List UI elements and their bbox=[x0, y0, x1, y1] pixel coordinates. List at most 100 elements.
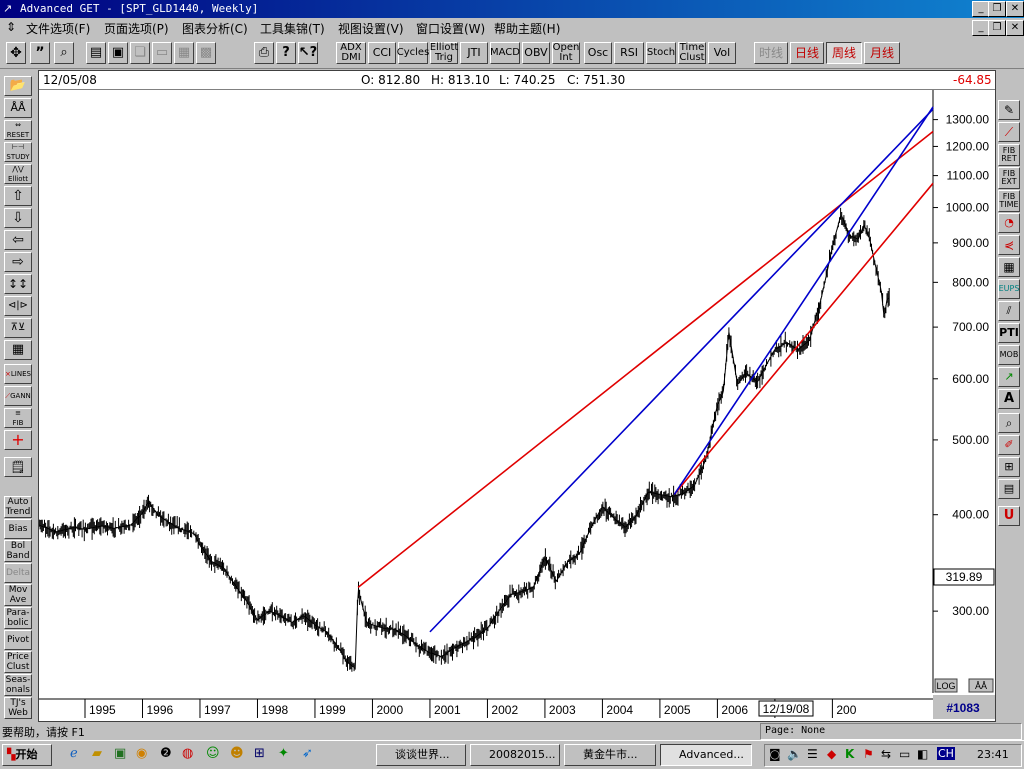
desktop-icon[interactable]: ▣ bbox=[114, 746, 126, 761]
study-cycles[interactable]: Cycles bbox=[397, 42, 429, 64]
pencil-icon[interactable]: ✎ bbox=[998, 100, 1020, 120]
task-button-2[interactable]: 20082015... bbox=[470, 744, 560, 766]
study-cci[interactable]: CCI bbox=[368, 42, 396, 64]
restore-button[interactable]: ❐ bbox=[988, 1, 1006, 17]
crosshair-icon[interactable]: + bbox=[4, 430, 32, 450]
period-weekly-button[interactable]: 周线 bbox=[826, 42, 862, 64]
task-button-3[interactable]: 黄金牛市... bbox=[564, 744, 656, 766]
tool-pivot[interactable]: Pivot bbox=[4, 630, 32, 650]
grid-toggle-icon[interactable]: ▦ bbox=[4, 340, 32, 360]
media-player-icon[interactable]: ◉ bbox=[136, 746, 147, 761]
period-hourly-button[interactable]: 时线 bbox=[754, 42, 788, 64]
study-vol[interactable]: Vol bbox=[708, 42, 736, 64]
tool-tjs-web[interactable]: TJ's Web bbox=[4, 697, 32, 719]
doc-restore-button[interactable]: ❐ bbox=[988, 20, 1006, 36]
tray-monitor-icon[interactable]: ▭ bbox=[899, 747, 910, 761]
scale-vertical-icon[interactable]: ↕↕ bbox=[4, 274, 32, 294]
trend-up-icon[interactable]: ↗ bbox=[998, 367, 1020, 387]
study-osc[interactable]: Osc bbox=[584, 42, 612, 64]
ime-indicator[interactable]: CH bbox=[937, 747, 955, 760]
page-icon[interactable]: ▤ bbox=[86, 42, 106, 64]
quote-icon[interactable]: ” bbox=[30, 42, 50, 64]
group-icon[interactable]: ÅÅ bbox=[4, 98, 32, 118]
arrow-left-icon[interactable]: ⇦ bbox=[4, 230, 32, 250]
arrow-right-icon[interactable]: ⇨ bbox=[4, 252, 32, 272]
menu-page[interactable]: 页面选项(P) bbox=[104, 20, 169, 37]
chat-icon[interactable]: ☻ bbox=[230, 746, 244, 761]
fan-icon[interactable]: ⋞ bbox=[998, 235, 1020, 255]
notes-icon[interactable]: ▤ bbox=[998, 479, 1020, 499]
mob-button[interactable]: MOB bbox=[998, 345, 1020, 365]
tray-antivirus-icon[interactable]: ◆ bbox=[827, 747, 836, 761]
text-tool-button[interactable]: A bbox=[998, 389, 1020, 409]
fib-arc-icon[interactable]: ◔ bbox=[998, 213, 1020, 233]
eraser-icon[interactable]: ✐ bbox=[998, 435, 1020, 455]
help-icon[interactable]: ? bbox=[276, 42, 296, 64]
fib-time-button[interactable]: FIB TIME bbox=[998, 190, 1020, 212]
tool-parabolic[interactable]: Para-bolic bbox=[4, 607, 32, 629]
menu-view[interactable]: 视图设置(V) bbox=[338, 20, 404, 37]
period-daily-button[interactable]: 日线 bbox=[790, 42, 824, 64]
arrow-down-icon[interactable]: ⇩ bbox=[4, 208, 32, 228]
tool-bol-band[interactable]: Bol Band bbox=[4, 540, 32, 562]
study-adx-dmi[interactable]: ADX DMI bbox=[336, 42, 366, 64]
study-jti[interactable]: JTI bbox=[460, 42, 488, 64]
study-time-clust[interactable]: Time Clust bbox=[678, 42, 706, 64]
study-elliott-trig[interactable]: Elliott Trig bbox=[430, 42, 458, 64]
qq-icon[interactable]: ❷ bbox=[160, 746, 172, 761]
study-rsi[interactable]: RSI bbox=[614, 42, 644, 64]
task-button-4[interactable]: Advanced... bbox=[660, 744, 752, 766]
edit-icon[interactable]: ▦ bbox=[174, 42, 194, 64]
channel-icon[interactable]: ⫽ bbox=[998, 301, 1020, 321]
lines-icon[interactable]: ⨯ LINES bbox=[4, 364, 32, 384]
tool-icon[interactable]: ✦ bbox=[278, 746, 289, 761]
fib-icon[interactable]: ≡ FIB bbox=[4, 408, 32, 428]
ie-icon[interactable]: ℯ bbox=[70, 746, 78, 761]
menu-help[interactable]: 帮助主题(H) bbox=[494, 20, 560, 37]
context-help-icon[interactable]: ↖? bbox=[298, 42, 318, 64]
study-open-int[interactable]: Open Int bbox=[552, 42, 580, 64]
compress-icon[interactable]: ⊼⊻ bbox=[4, 318, 32, 338]
tool-delta[interactable]: Delta bbox=[4, 563, 32, 583]
period-monthly-button[interactable]: 月线 bbox=[864, 42, 900, 64]
study-macd[interactable]: MACD bbox=[490, 42, 520, 64]
fib-ext-button[interactable]: FIB EXT bbox=[998, 167, 1020, 189]
tool-auto-trend[interactable]: Auto Trend bbox=[4, 496, 32, 518]
pti-button[interactable]: PTI bbox=[998, 323, 1020, 343]
line-draw-icon[interactable]: ⟋ bbox=[998, 122, 1020, 142]
task-button-1[interactable]: 谈谈世界... bbox=[376, 744, 466, 766]
fib-ret-button[interactable]: FIB RET bbox=[998, 144, 1020, 166]
tool-mov-ave[interactable]: Mov Ave bbox=[4, 584, 32, 606]
close-button[interactable]: ✕ bbox=[1006, 1, 1024, 17]
tool-seasonals[interactable]: Seas-onals bbox=[4, 674, 32, 696]
cursor-icon[interactable]: ✥ bbox=[6, 42, 26, 64]
pattern-icon[interactable]: ⊞ bbox=[998, 457, 1020, 477]
reset-icon[interactable]: ⇔ RESET bbox=[4, 120, 32, 140]
menu-chart-analysis[interactable]: 图表分析(C) bbox=[182, 20, 248, 37]
study-stoch[interactable]: Stoch bbox=[646, 42, 676, 64]
properties-icon[interactable]: 🗒 bbox=[4, 457, 32, 477]
menu-file[interactable]: 文件选项(F) bbox=[26, 20, 90, 37]
menu-tools[interactable]: 工具集锦(T) bbox=[260, 20, 325, 37]
tray-k-icon[interactable]: K bbox=[845, 747, 854, 761]
magnifier-icon[interactable]: ⌕ bbox=[998, 413, 1020, 433]
folder-icon[interactable]: ▰ bbox=[92, 746, 102, 761]
paste-icon[interactable]: ▭ bbox=[152, 42, 172, 64]
grid-icon[interactable]: ▩ bbox=[196, 42, 216, 64]
elliott-icon[interactable]: ⋀⋁ Elliott bbox=[4, 164, 32, 184]
tray-ime-icon[interactable]: ◧ bbox=[917, 747, 928, 761]
tray-network-icon[interactable]: ◙ bbox=[769, 747, 781, 761]
printer-icon[interactable]: ⎙ bbox=[254, 42, 274, 64]
menu-window[interactable]: 窗口设置(W) bbox=[416, 20, 485, 37]
tray-connect-icon[interactable]: ⇆ bbox=[881, 747, 891, 761]
browser-icon[interactable]: ◍ bbox=[182, 746, 193, 761]
price-chart[interactable]: 1300.00 1200.00 1100.00 1000.00 900.00 800.00… bbox=[39, 90, 995, 721]
tool-bias[interactable]: Bias bbox=[4, 519, 32, 539]
tray-app-icon[interactable]: ☰ bbox=[807, 747, 818, 761]
ellipse-button[interactable]: EUPS bbox=[998, 279, 1020, 299]
tray-flag-icon[interactable]: ⚑ bbox=[863, 747, 874, 761]
study-obv[interactable]: OBV bbox=[522, 42, 550, 64]
open-folder-icon[interactable]: 📂 bbox=[4, 76, 32, 96]
gann-icon[interactable]: ⟋ GANN bbox=[4, 386, 32, 406]
print-preview-icon[interactable]: ▣ bbox=[108, 42, 128, 64]
